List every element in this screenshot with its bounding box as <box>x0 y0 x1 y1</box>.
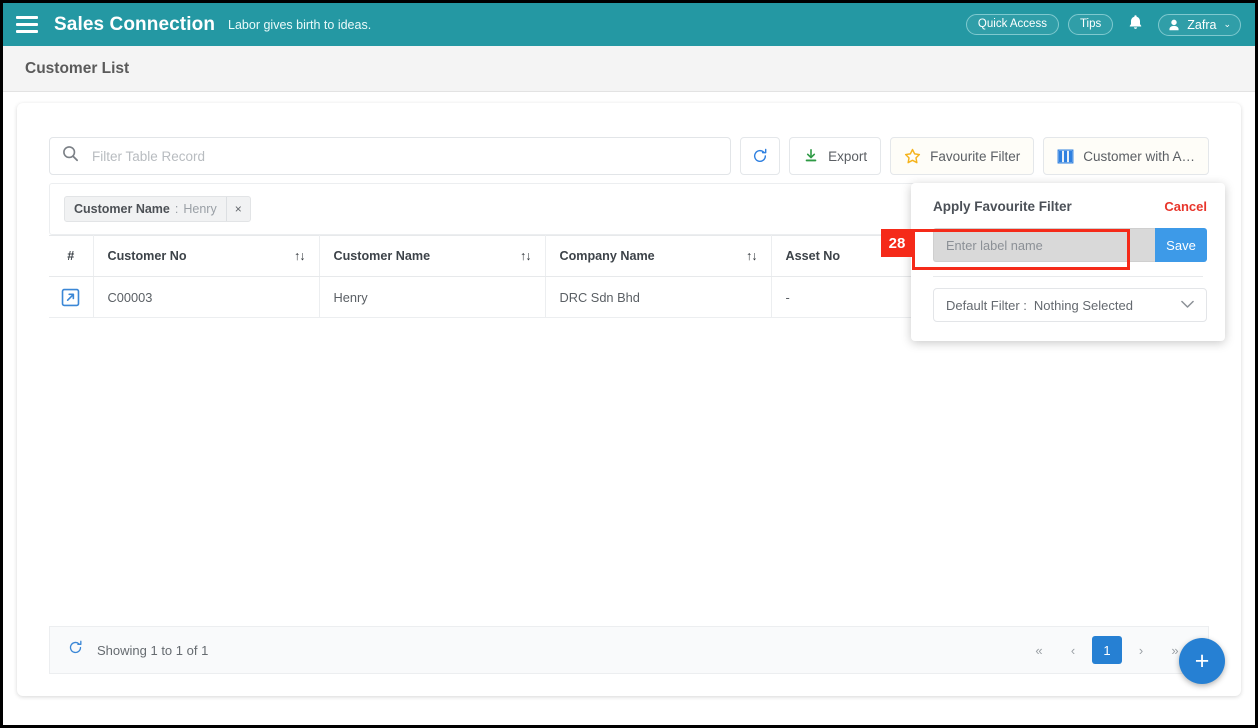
hamburger-icon[interactable] <box>16 16 38 33</box>
column-header-customer-no-label: Customer No <box>107 249 187 263</box>
search-input[interactable] <box>92 148 719 164</box>
open-external-icon[interactable] <box>61 288 80 306</box>
add-customer-fab[interactable]: + <box>1179 638 1225 684</box>
filter-chip-separator: : <box>174 202 179 216</box>
column-chooser-label: Customer with A… <box>1083 148 1195 164</box>
default-filter-label: Default Filter : <box>946 297 1027 313</box>
chevron-down-icon <box>1181 298 1194 312</box>
star-icon <box>905 148 921 163</box>
table-footer: Showing 1 to 1 of 1 « ‹ 1 › » <box>49 626 1209 674</box>
column-header-company-name-label: Company Name <box>559 249 655 263</box>
refresh-icon[interactable] <box>68 640 97 660</box>
cell-customer-no: C00003 <box>93 276 320 318</box>
filter-chip-value: Henry <box>183 202 217 216</box>
column-header-index: # <box>49 235 94 277</box>
popup-label-row: Save <box>933 228 1207 262</box>
sort-toggle-icon[interactable]: ↑↓ <box>746 249 757 263</box>
header-actions: Quick Access Tips Zafra ⌄ <box>965 13 1241 36</box>
pagination: « ‹ 1 › » <box>1024 636 1190 664</box>
app-header: Sales Connection Labor gives birth to id… <box>3 3 1255 46</box>
columns-icon <box>1057 149 1074 163</box>
default-filter-select[interactable]: Default Filter : Nothing Selected <box>933 288 1207 322</box>
filter-chip-text: Customer Name : Henry <box>65 197 226 221</box>
app-brand-title: Sales Connection <box>54 13 216 35</box>
column-chooser-button[interactable]: Customer with A… <box>1043 137 1209 175</box>
column-header-customer-name[interactable]: Customer Name ↑↓ <box>319 235 546 277</box>
annotation-step-badge: 28 <box>881 229 913 257</box>
sort-toggle-icon[interactable]: ↑↓ <box>294 249 305 263</box>
page-title: Customer List <box>25 59 130 77</box>
label-name-input[interactable] <box>946 237 1143 253</box>
refresh-icon <box>754 148 767 162</box>
pagination-first[interactable]: « <box>1024 636 1054 664</box>
column-header-asset-no-label: Asset No <box>785 249 841 263</box>
column-header-index-label: # <box>67 249 75 263</box>
filter-chip[interactable]: Customer Name : Henry × <box>64 196 251 222</box>
bell-icon[interactable] <box>1122 14 1149 35</box>
popup-header: Apply Favourite Filter Cancel <box>911 183 1225 214</box>
default-filter-value: Nothing Selected <box>1033 297 1133 313</box>
apply-favourite-filter-popup: Apply Favourite Filter Cancel Save Defau… <box>911 183 1225 341</box>
avatar-icon <box>1167 18 1181 32</box>
cell-company-name: DRC Sdn Bhd <box>545 276 772 318</box>
row-open-cell[interactable] <box>49 276 94 318</box>
save-button[interactable]: Save <box>1155 228 1207 262</box>
chevron-down-icon: ⌄ <box>1223 19 1231 29</box>
column-header-company-name[interactable]: Company Name ↑↓ <box>545 235 772 277</box>
search-icon <box>62 145 92 167</box>
pagination-next[interactable]: › <box>1126 636 1156 664</box>
refresh-button[interactable] <box>740 137 781 175</box>
quick-access-button[interactable]: Quick Access <box>965 14 1059 35</box>
sort-toggle-icon[interactable]: ↑↓ <box>520 249 531 263</box>
app-window: Sales Connection Labor gives birth to id… <box>0 0 1258 728</box>
popup-cancel-button[interactable]: Cancel <box>1164 199 1207 214</box>
user-name-label: Zafra <box>1187 17 1217 32</box>
pagination-prev[interactable]: ‹ <box>1058 636 1088 664</box>
column-header-customer-no[interactable]: Customer No ↑↓ <box>93 235 320 277</box>
column-header-customer-name-label: Customer Name <box>333 249 431 263</box>
popup-title: Apply Favourite Filter <box>933 199 1072 214</box>
favourite-filter-label: Favourite Filter <box>930 148 1021 164</box>
close-icon[interactable]: × <box>225 197 250 221</box>
download-icon <box>805 148 817 162</box>
page-title-bar: Customer List <box>3 46 1255 92</box>
pagination-page-1[interactable]: 1 <box>1092 636 1122 664</box>
filter-chip-field: Customer Name <box>74 202 170 216</box>
showing-text: Showing 1 to 1 of 1 <box>97 642 209 658</box>
tips-button[interactable]: Tips <box>1067 14 1114 35</box>
table-toolbar: Export Favourite Filter Customer with A… <box>49 136 1209 176</box>
export-label: Export <box>828 148 868 164</box>
favourite-filter-button[interactable]: Favourite Filter <box>890 137 1035 175</box>
popup-divider <box>933 276 1203 277</box>
label-name-field[interactable] <box>933 228 1155 262</box>
cell-customer-name: Henry <box>319 276 546 318</box>
app-tagline: Labor gives birth to ideas. <box>228 17 372 32</box>
export-button[interactable]: Export <box>789 137 882 175</box>
search-box[interactable] <box>49 137 732 175</box>
user-menu[interactable]: Zafra ⌄ <box>1158 13 1241 36</box>
